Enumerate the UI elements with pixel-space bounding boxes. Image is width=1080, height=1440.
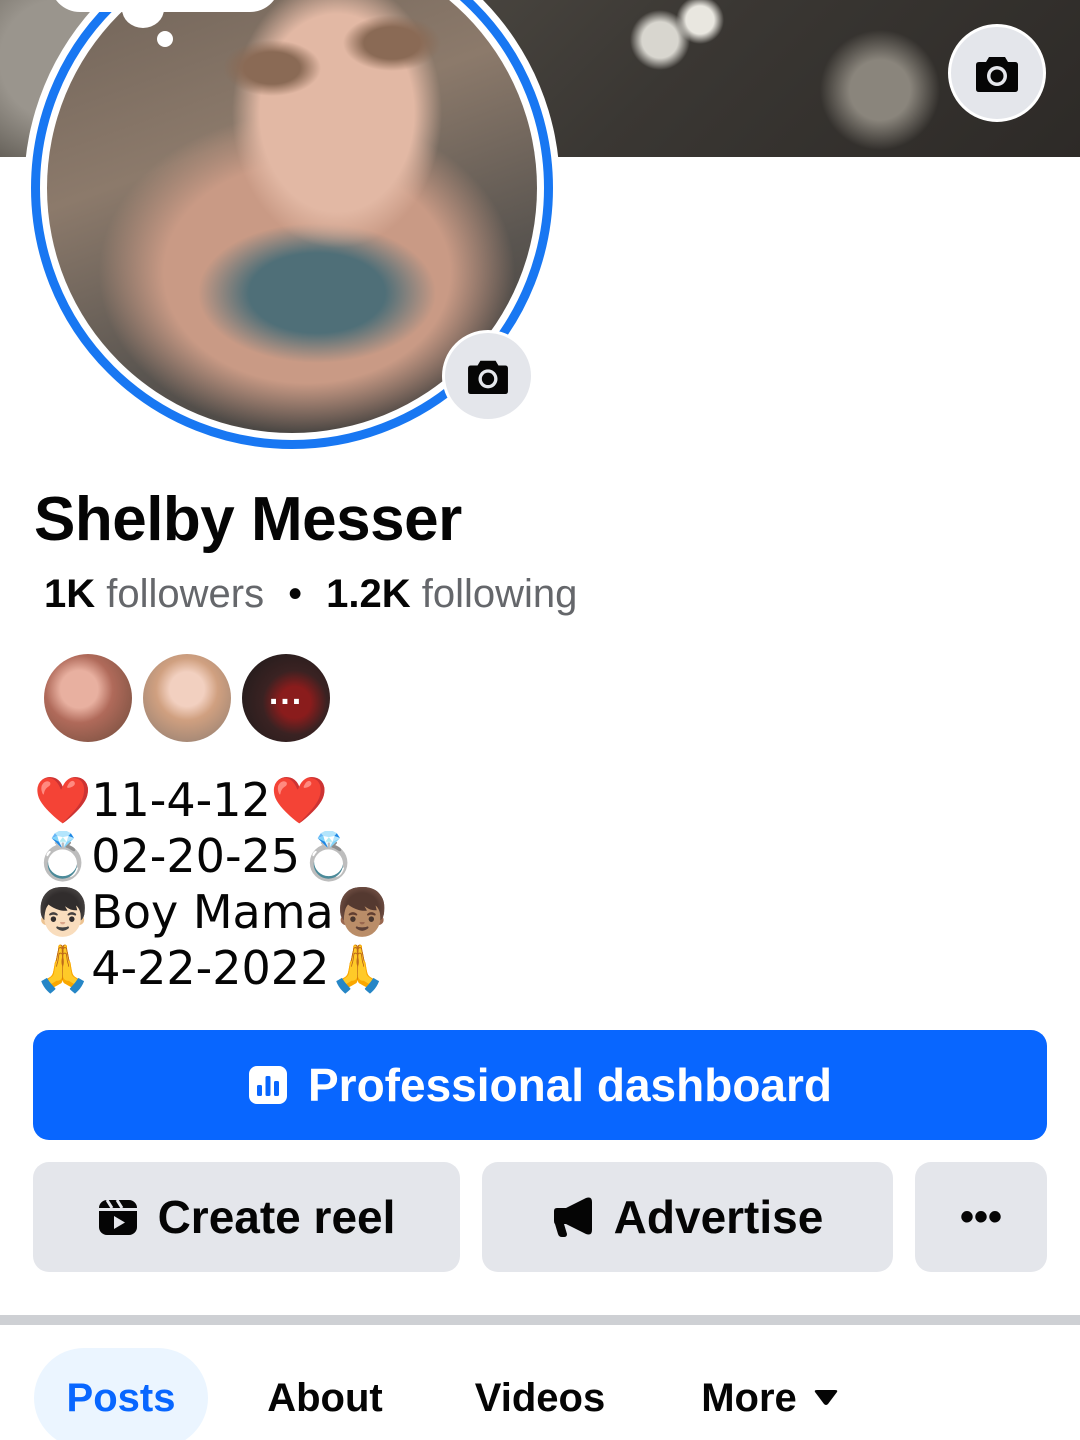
tab-more-label: More (701, 1375, 797, 1420)
more-actions-button[interactable]: ••• (915, 1162, 1047, 1272)
advertise-label: Advertise (613, 1191, 824, 1243)
tab-videos[interactable]: Videos (460, 1348, 620, 1440)
camera-icon (976, 57, 1018, 92)
note-bubble[interactable] (50, 0, 280, 12)
friend-avatar-more[interactable]: ... (242, 654, 330, 742)
bio-line: 🙏4-22-2022🙏 (34, 941, 387, 995)
section-divider (0, 1315, 1080, 1325)
caret-down-icon (814, 1390, 838, 1405)
camera-icon (468, 360, 508, 395)
profile-tabs: Posts About Videos More (0, 1348, 1080, 1440)
followers-count: 1K (44, 572, 96, 616)
tab-posts[interactable]: Posts (34, 1348, 208, 1440)
more-friends-indicator: ... (268, 674, 304, 712)
profile-page: Shelby Messer 1K followers • 1.2K followin… (0, 0, 1080, 1440)
friend-avatar[interactable] (44, 654, 132, 742)
profile-name: Shelby Messer (34, 485, 462, 554)
bar-chart-icon (248, 1066, 287, 1104)
edit-cover-button[interactable] (948, 24, 1046, 122)
bio-line: 👦🏻Boy Mama👦🏽 (34, 885, 391, 939)
professional-dashboard-label: Professional dashboard (307, 1059, 832, 1111)
tab-about-label: About (267, 1375, 383, 1420)
followers-label: followers (106, 572, 265, 616)
followers-link[interactable]: 1K followers (44, 572, 264, 616)
follow-stats: 1K followers • 1.2K following (44, 572, 577, 617)
following-link[interactable]: 1.2K following (326, 572, 577, 616)
tab-more[interactable]: More (690, 1348, 850, 1440)
following-label: following (421, 572, 578, 616)
create-reel-button[interactable]: Create reel (33, 1162, 460, 1272)
tab-about[interactable]: About (250, 1348, 400, 1440)
friend-avatar[interactable] (143, 654, 231, 742)
megaphone-icon (553, 1197, 592, 1237)
professional-dashboard-button[interactable]: Professional dashboard (33, 1030, 1047, 1140)
bio: ❤️11-4-12❤️ 💍02-20-25💍 👦🏻Boy Mama👦🏽 🙏4-2… (34, 772, 391, 996)
edit-profile-picture-button[interactable] (442, 330, 534, 422)
note-bubble-dot-small (157, 31, 173, 47)
following-count: 1.2K (326, 572, 411, 616)
advertise-button[interactable]: Advertise (482, 1162, 893, 1272)
bio-line: 💍02-20-25💍 (34, 829, 358, 883)
create-reel-label: Create reel (157, 1191, 396, 1243)
bio-line: ❤️11-4-12❤️ (34, 773, 329, 827)
tab-posts-label: Posts (66, 1375, 176, 1420)
more-dots-icon: ••• (959, 1194, 1002, 1239)
reel-icon (98, 1199, 137, 1235)
tab-videos-label: Videos (474, 1375, 606, 1420)
stats-separator: • (288, 572, 303, 616)
